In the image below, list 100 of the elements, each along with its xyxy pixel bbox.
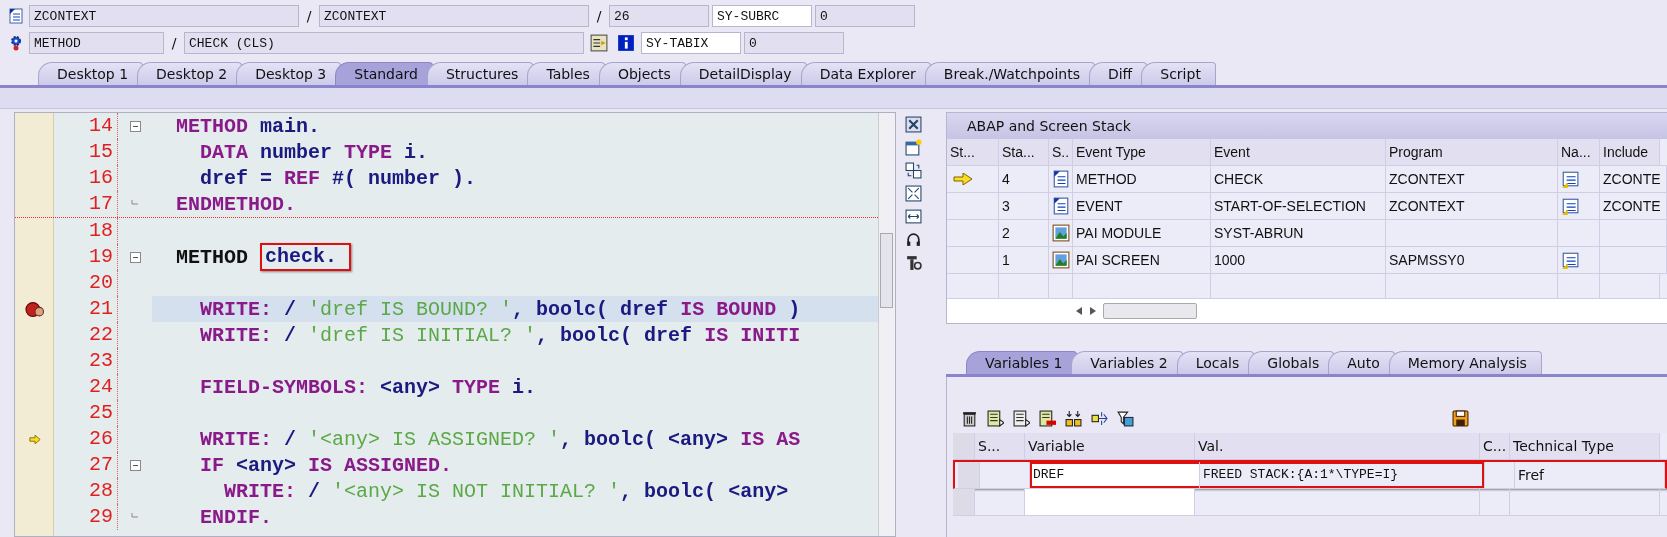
swap-icon[interactable] xyxy=(904,162,922,179)
table-cell-text: ZCONTE xyxy=(1603,197,1661,216)
code-token: '<any> IS NOT INITIAL? ' xyxy=(331,479,621,503)
line-number: 29 xyxy=(54,504,118,530)
table-cell: 1 xyxy=(999,247,1049,273)
tab[interactable]: Break./Watchpoints xyxy=(924,62,1095,85)
tab[interactable]: Auto xyxy=(1328,351,1395,374)
code-token: , boolc( dref xyxy=(536,323,693,347)
column-header[interactable]: Variable xyxy=(1025,433,1195,459)
tab[interactable]: Tables xyxy=(527,62,605,85)
line-number: 28 xyxy=(54,478,118,504)
save-icon[interactable] xyxy=(1452,409,1469,427)
code-token: DATA xyxy=(199,140,248,164)
tab[interactable]: Desktop 2 xyxy=(137,62,243,85)
document-add-icon[interactable] xyxy=(987,409,1004,427)
info-icon[interactable] xyxy=(617,34,635,52)
line-number: 24 xyxy=(54,374,118,400)
column-header[interactable]: C... xyxy=(1480,433,1510,459)
scroll-left-icon[interactable] xyxy=(1075,306,1083,316)
tab[interactable]: Desktop 1 xyxy=(38,62,144,85)
code-token: <any> xyxy=(235,453,297,477)
line-number: 27 xyxy=(54,452,118,478)
new-window-icon[interactable] xyxy=(904,139,922,156)
code-token: TYPE xyxy=(451,375,501,399)
tabix-field: 0 xyxy=(744,32,844,54)
variable-name-field[interactable]: DREF xyxy=(1030,462,1200,488)
export-icon[interactable] xyxy=(1091,409,1108,427)
program-field: ZCONTEXT xyxy=(29,5,299,27)
tab[interactable]: Memory Analysis xyxy=(1388,351,1542,374)
breakpoint-icon[interactable] xyxy=(24,300,45,318)
collapse-icon[interactable] xyxy=(129,251,141,263)
column-header[interactable]: Event xyxy=(1211,139,1386,165)
column-header[interactable]: Sta... xyxy=(999,139,1049,165)
code-token: METHOD xyxy=(175,114,248,138)
code-token: , boolc( <any> xyxy=(560,427,729,451)
separator-text: / xyxy=(595,8,603,24)
table-cell: PAI SCREEN xyxy=(1073,247,1211,273)
close-icon[interactable] xyxy=(904,116,922,133)
code-token: 'dref IS BOUND? ' xyxy=(307,297,513,321)
table-cell-text: ZCONTEXT xyxy=(1389,197,1465,216)
sort-icon[interactable] xyxy=(1065,409,1082,427)
scroll-right-icon[interactable] xyxy=(1089,306,1097,316)
column-header[interactable]: Program xyxy=(1386,139,1558,165)
tab[interactable]: Globals xyxy=(1248,351,1335,374)
tool-icon[interactable] xyxy=(904,254,922,271)
headset-icon[interactable] xyxy=(904,231,922,248)
tab[interactable]: Variables 2 xyxy=(1071,351,1183,374)
collapse-icon[interactable] xyxy=(129,120,141,132)
table-cell: PAI MODULE xyxy=(1073,220,1211,246)
column-header[interactable]: Technical Type xyxy=(1510,433,1660,459)
tab[interactable]: Variables 1 xyxy=(966,351,1078,374)
table-cell-text: SAPMSSY0 xyxy=(1389,251,1465,270)
tab[interactable]: Objects xyxy=(598,62,686,85)
code-token: , boolc( <any> xyxy=(620,479,789,503)
value-field[interactable]: FREED STACK:{A:1*\TYPE=I} xyxy=(1200,462,1485,488)
code-token: IF xyxy=(199,453,224,477)
column-header[interactable]: Na... xyxy=(1558,139,1600,165)
tab[interactable]: Standard xyxy=(335,62,433,85)
line-number: 20 xyxy=(54,270,118,296)
column-header[interactable]: Include xyxy=(1600,139,1660,165)
resize-horizontal-icon[interactable] xyxy=(904,208,922,225)
code-token: dref = xyxy=(199,166,273,190)
trash-icon[interactable] xyxy=(961,409,978,427)
code-token: #( number ). xyxy=(331,166,477,190)
tab[interactable]: Data Explorer xyxy=(800,62,931,85)
tab[interactable]: Structures xyxy=(427,62,534,85)
column-header[interactable]: St... xyxy=(947,139,999,165)
line-number: 18 xyxy=(54,218,118,244)
tab[interactable]: Script xyxy=(1141,62,1216,85)
fit-screen-icon[interactable] xyxy=(904,185,922,202)
line-number: 15 xyxy=(54,139,118,165)
list-icon[interactable] xyxy=(590,34,608,52)
line-number: 16 xyxy=(54,165,118,191)
scrollbar[interactable] xyxy=(878,113,895,536)
column-header[interactable]: S... xyxy=(975,433,1025,459)
tab[interactable]: Locals xyxy=(1176,351,1255,374)
filter-icon[interactable] xyxy=(1117,409,1134,427)
tab[interactable]: Desktop 3 xyxy=(236,62,342,85)
code-token: WRITE: xyxy=(223,479,297,503)
line-number: 19 xyxy=(54,244,118,270)
line-number: 23 xyxy=(54,348,118,374)
code-token: check. xyxy=(260,243,352,271)
table-cell: START-OF-SELECTION xyxy=(1211,193,1386,219)
line-number: 25 xyxy=(54,400,118,426)
code-token: / xyxy=(307,479,321,503)
document-remove-icon[interactable] xyxy=(1039,409,1056,427)
variable-input-field[interactable] xyxy=(1025,489,1195,515)
scrollbar[interactable] xyxy=(1103,303,1197,319)
collapse-icon[interactable] xyxy=(129,459,141,471)
source-icon[interactable] xyxy=(1561,251,1579,269)
code-token: number xyxy=(259,140,333,164)
column-header[interactable]: Event Type xyxy=(1073,139,1211,165)
column-header[interactable]: Val. xyxy=(1195,433,1480,459)
line-number: 14 xyxy=(54,113,118,139)
column-header[interactable]: S.. xyxy=(1049,139,1073,165)
code-token: 'dref IS INITIAL? ' xyxy=(307,323,537,347)
source-icon[interactable] xyxy=(1561,197,1579,215)
tab[interactable]: DetailDisplay xyxy=(679,62,807,85)
source-icon[interactable] xyxy=(1561,170,1579,188)
code-token: FIELD-SYMBOLS: xyxy=(199,375,369,399)
